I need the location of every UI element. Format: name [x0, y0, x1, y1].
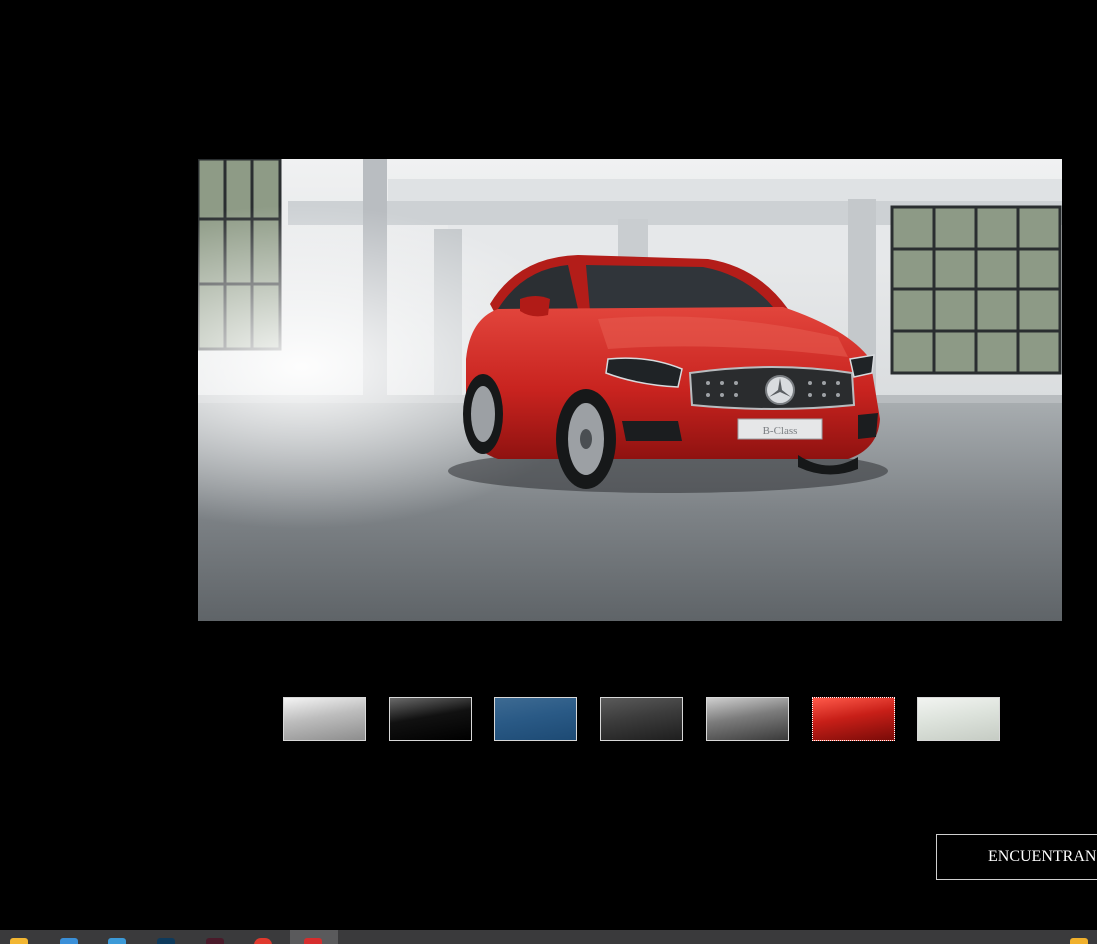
license-plate-badge: B-Class — [763, 425, 798, 437]
taskbar — [0, 930, 1097, 944]
illustrator-icon[interactable] — [206, 938, 224, 944]
system-tray-icon[interactable] — [1070, 938, 1088, 944]
car-preview-image: B-Class — [198, 159, 1062, 621]
find-dealer-button[interactable]: ENCUENTRAN — [936, 834, 1097, 880]
edge-icon[interactable] — [108, 938, 126, 944]
app-icon[interactable] — [304, 938, 322, 944]
store-icon[interactable] — [60, 938, 78, 944]
color-swatch-black[interactable] — [389, 697, 472, 741]
color-swatch-white[interactable] — [917, 697, 1000, 741]
color-swatch-red[interactable] — [812, 697, 895, 741]
chrome-icon[interactable] — [254, 938, 272, 944]
color-swatch-silver[interactable] — [283, 697, 366, 741]
front-left-wheel — [556, 389, 616, 489]
configurator-page: B-Class ENCUENTRAN — [0, 0, 1097, 944]
color-swatch-blue[interactable] — [494, 697, 577, 741]
color-swatch-graphite[interactable] — [600, 697, 683, 741]
rear-left-wheel — [463, 374, 503, 454]
color-swatch-grey[interactable] — [706, 697, 789, 741]
car-scene-illustration: B-Class — [198, 159, 1062, 621]
file-explorer-icon[interactable] — [10, 938, 28, 944]
photoshop-icon[interactable] — [157, 938, 175, 944]
